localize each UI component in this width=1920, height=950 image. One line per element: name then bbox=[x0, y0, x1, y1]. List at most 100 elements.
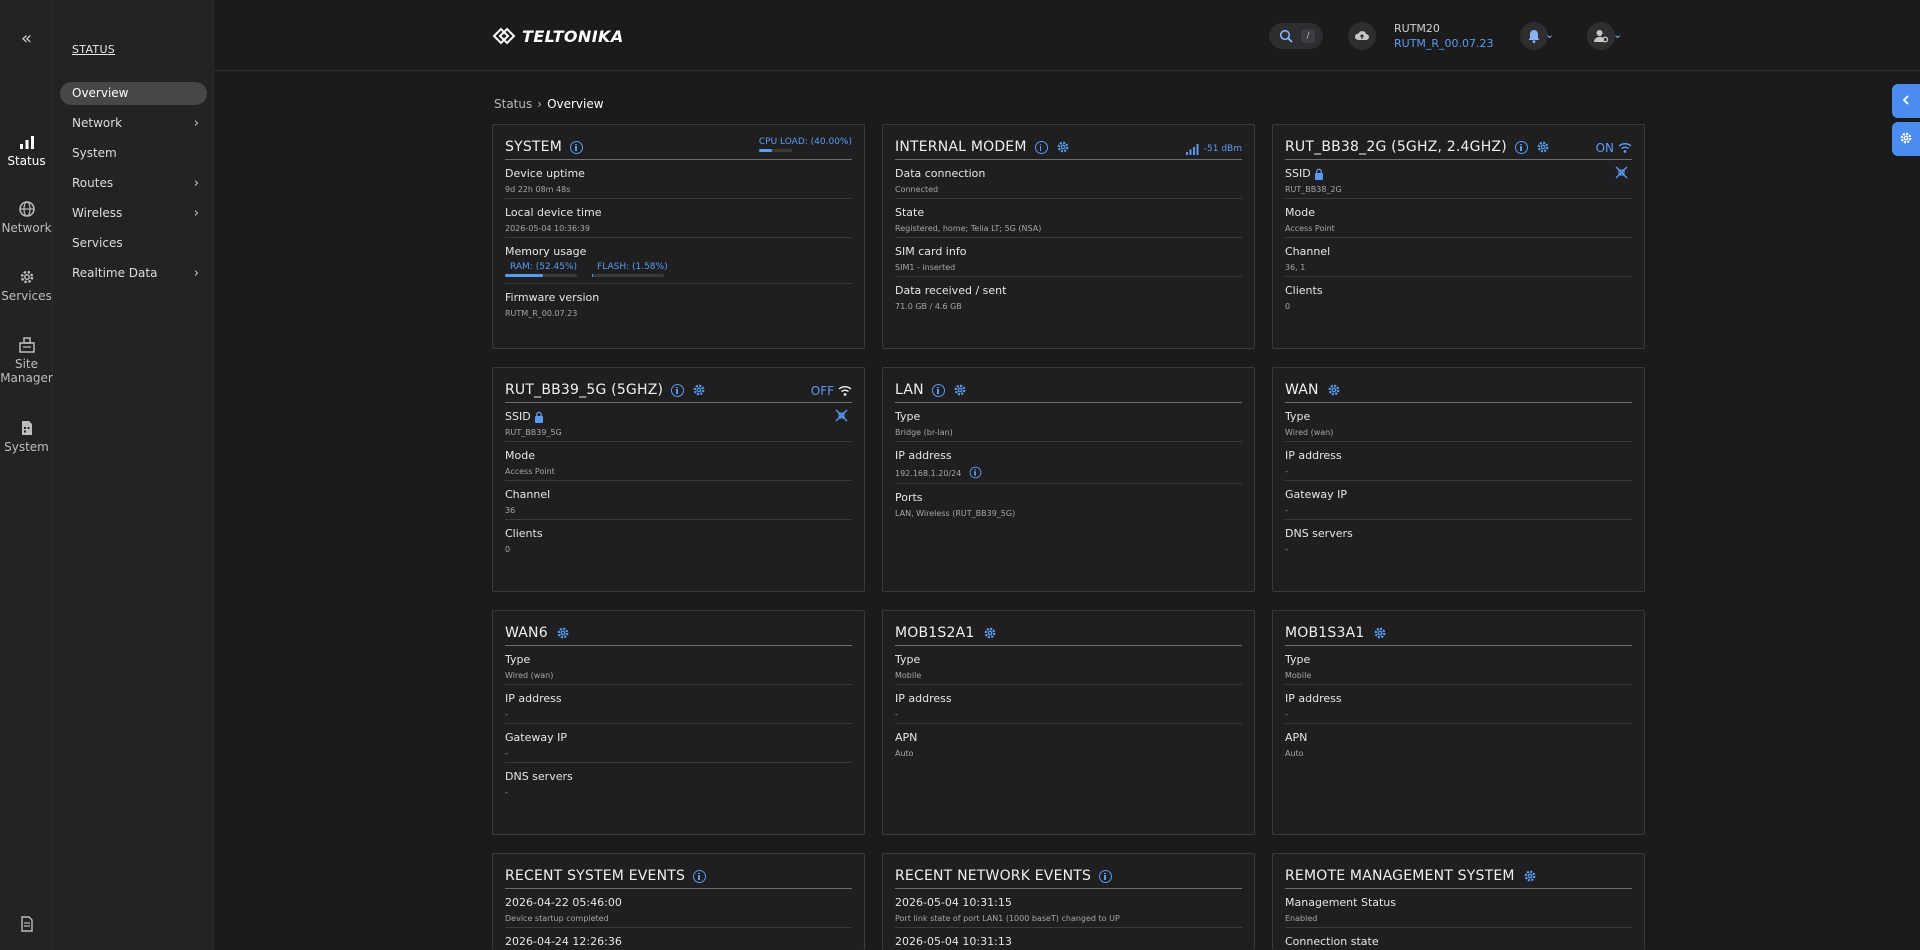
event-description: Device startup completed bbox=[505, 914, 609, 923]
card-header: RUT_BB39_5G (5GHZ) OFF bbox=[505, 368, 852, 403]
card-header: SYSTEM CPU LOAD: (40.00%) bbox=[505, 125, 852, 160]
rail-item-services[interactable]: Services bbox=[0, 268, 53, 303]
qr-expand-icon[interactable] bbox=[1615, 166, 1628, 179]
row-label: Mode bbox=[505, 449, 535, 462]
gear-icon bbox=[20, 270, 33, 284]
cpu-load: CPU LOAD: (40.00%) bbox=[758, 137, 852, 152]
row-label: Firmware version bbox=[505, 291, 600, 304]
notifications-chevron-down-icon[interactable]: ⌄ bbox=[1545, 28, 1554, 41]
menu-item-network[interactable]: Network › bbox=[60, 112, 207, 135]
info-row: Data received / sent 71.0 GB / 4.6 GB bbox=[895, 277, 1242, 316]
cloud-upload-button[interactable] bbox=[1348, 22, 1376, 50]
card-title: REMOTE MANAGEMENT SYSTEM bbox=[1285, 868, 1515, 884]
chevron-right-icon: › bbox=[193, 116, 199, 131]
row-label: Type bbox=[895, 653, 921, 666]
row-value: RUTM_R_00.07.23 bbox=[505, 309, 578, 318]
rail-item-site-manager[interactable]: Site Manager bbox=[0, 336, 53, 385]
info-row: SIM card info SIM1 - inserted bbox=[895, 238, 1242, 277]
search-shortcut-key: / bbox=[1301, 29, 1315, 43]
menu-item-label: Overview bbox=[72, 86, 129, 100]
gear-icon[interactable] bbox=[556, 626, 570, 640]
user-chevron-down-icon[interactable]: ⌄ bbox=[1613, 28, 1622, 41]
gear-icon[interactable] bbox=[983, 626, 997, 640]
row-value: - bbox=[1285, 506, 1288, 515]
info-icon[interactable] bbox=[693, 870, 707, 883]
info-icon[interactable] bbox=[671, 384, 685, 397]
top-header: TELTONIKA / RUTM20 RUTM_R_00.07.23 ⌄ ⌄ bbox=[214, 0, 1920, 71]
system-file-icon bbox=[21, 421, 32, 435]
chevron-right-icon: › bbox=[193, 176, 199, 191]
event-row: 2026-05-04 10:31:13 bbox=[895, 928, 1242, 950]
card-header: MOB1S2A1 bbox=[895, 611, 1242, 646]
info-icon[interactable] bbox=[1099, 870, 1113, 883]
row-value: RUT_BB39_5G bbox=[505, 428, 562, 437]
rail-item-system[interactable]: System bbox=[0, 419, 53, 454]
collapse-menu-icon[interactable]: « bbox=[0, 26, 53, 52]
row-value: Wired (wan) bbox=[505, 671, 554, 680]
menu-item-label: Services bbox=[72, 236, 123, 250]
teltonika-logo[interactable]: TELTONIKA bbox=[492, 22, 624, 50]
menu-item-overview[interactable]: Overview bbox=[60, 82, 207, 105]
gear-icon[interactable] bbox=[1373, 626, 1387, 640]
document-icon[interactable] bbox=[19, 916, 35, 932]
row-value: Registered, home; Telia LT; 5G (NSA) bbox=[895, 224, 1042, 233]
breadcrumb-root[interactable]: Status bbox=[494, 97, 532, 111]
menu-item-system[interactable]: System bbox=[60, 142, 207, 165]
menu-item-realtime-data[interactable]: Realtime Data › bbox=[60, 262, 207, 285]
info-row: Type Mobile bbox=[1285, 646, 1632, 685]
device-model: RUTM20 bbox=[1394, 22, 1440, 35]
info-icon[interactable] bbox=[1034, 141, 1048, 154]
row-label: DNS servers bbox=[505, 770, 573, 783]
row-value: 36, 1 bbox=[1285, 263, 1306, 272]
row-value: Enabled bbox=[1285, 914, 1318, 923]
gear-icon[interactable] bbox=[1536, 140, 1550, 154]
row-value: Mobile bbox=[1285, 671, 1312, 680]
event-time: 2026-04-22 05:46:00 bbox=[505, 896, 622, 909]
row-label: Ports bbox=[895, 491, 923, 504]
info-icon[interactable] bbox=[969, 466, 982, 479]
row-label: Gateway IP bbox=[1285, 488, 1347, 501]
gear-icon[interactable] bbox=[692, 383, 706, 397]
row-label: APN bbox=[895, 731, 918, 744]
expand-panel-button[interactable] bbox=[1892, 84, 1920, 118]
info-icon[interactable] bbox=[570, 141, 584, 154]
gear-icon[interactable] bbox=[1056, 140, 1070, 154]
rail-item-status[interactable]: Status bbox=[0, 133, 53, 168]
card-title: LAN bbox=[895, 382, 924, 398]
notifications-button[interactable] bbox=[1520, 22, 1548, 50]
recent-system-events-card: RECENT SYSTEM EVENTS 2026-04-22 05:46:00… bbox=[492, 853, 865, 950]
info-row: Data connection Connected bbox=[895, 160, 1242, 199]
menu-item-routes[interactable]: Routes › bbox=[60, 172, 207, 195]
gear-icon[interactable] bbox=[1327, 383, 1341, 397]
card-header: INTERNAL MODEM -51 dBm bbox=[895, 125, 1242, 160]
ram-usage: RAM: (52.45%) bbox=[505, 262, 582, 277]
gear-icon[interactable] bbox=[953, 383, 967, 397]
firmware-link[interactable]: RUTM_R_00.07.23 bbox=[1394, 37, 1494, 50]
status-submenu: STATUS Overview Network › System Routes … bbox=[53, 0, 214, 950]
card-header: WAN bbox=[1285, 368, 1632, 403]
wireless-state-toggle[interactable]: OFF bbox=[811, 384, 852, 398]
event-row: 2026-05-04 10:31:15 Port link state of p… bbox=[895, 889, 1242, 928]
row-value: Auto bbox=[895, 749, 914, 758]
menu-item-services[interactable]: Services bbox=[60, 232, 207, 255]
row-label: Mode bbox=[1285, 206, 1315, 219]
info-row: IP address - bbox=[895, 685, 1242, 724]
info-icon[interactable] bbox=[931, 384, 945, 397]
row-value: Auto bbox=[1285, 749, 1304, 758]
wireless-state-toggle[interactable]: ON bbox=[1596, 141, 1632, 155]
row-label: State bbox=[895, 206, 925, 219]
search-button[interactable]: / bbox=[1269, 23, 1323, 49]
row-label: IP address bbox=[895, 449, 952, 462]
qr-expand-icon[interactable] bbox=[835, 409, 848, 422]
row-label: SSID bbox=[1285, 167, 1632, 180]
row-value: 0 bbox=[505, 545, 511, 554]
flash-usage-label: FLASH: (1.58%) bbox=[597, 262, 668, 272]
menu-item-wireless[interactable]: Wireless › bbox=[60, 202, 207, 225]
rail-item-network[interactable]: Network bbox=[0, 200, 53, 235]
row-label: Connection state bbox=[1285, 935, 1379, 948]
settings-panel-button[interactable] bbox=[1892, 122, 1920, 156]
card-title: RUT_BB39_5G (5GHZ) bbox=[505, 382, 664, 398]
user-menu-button[interactable] bbox=[1587, 22, 1615, 50]
info-icon[interactable] bbox=[1514, 141, 1528, 154]
gear-icon[interactable] bbox=[1523, 869, 1537, 883]
